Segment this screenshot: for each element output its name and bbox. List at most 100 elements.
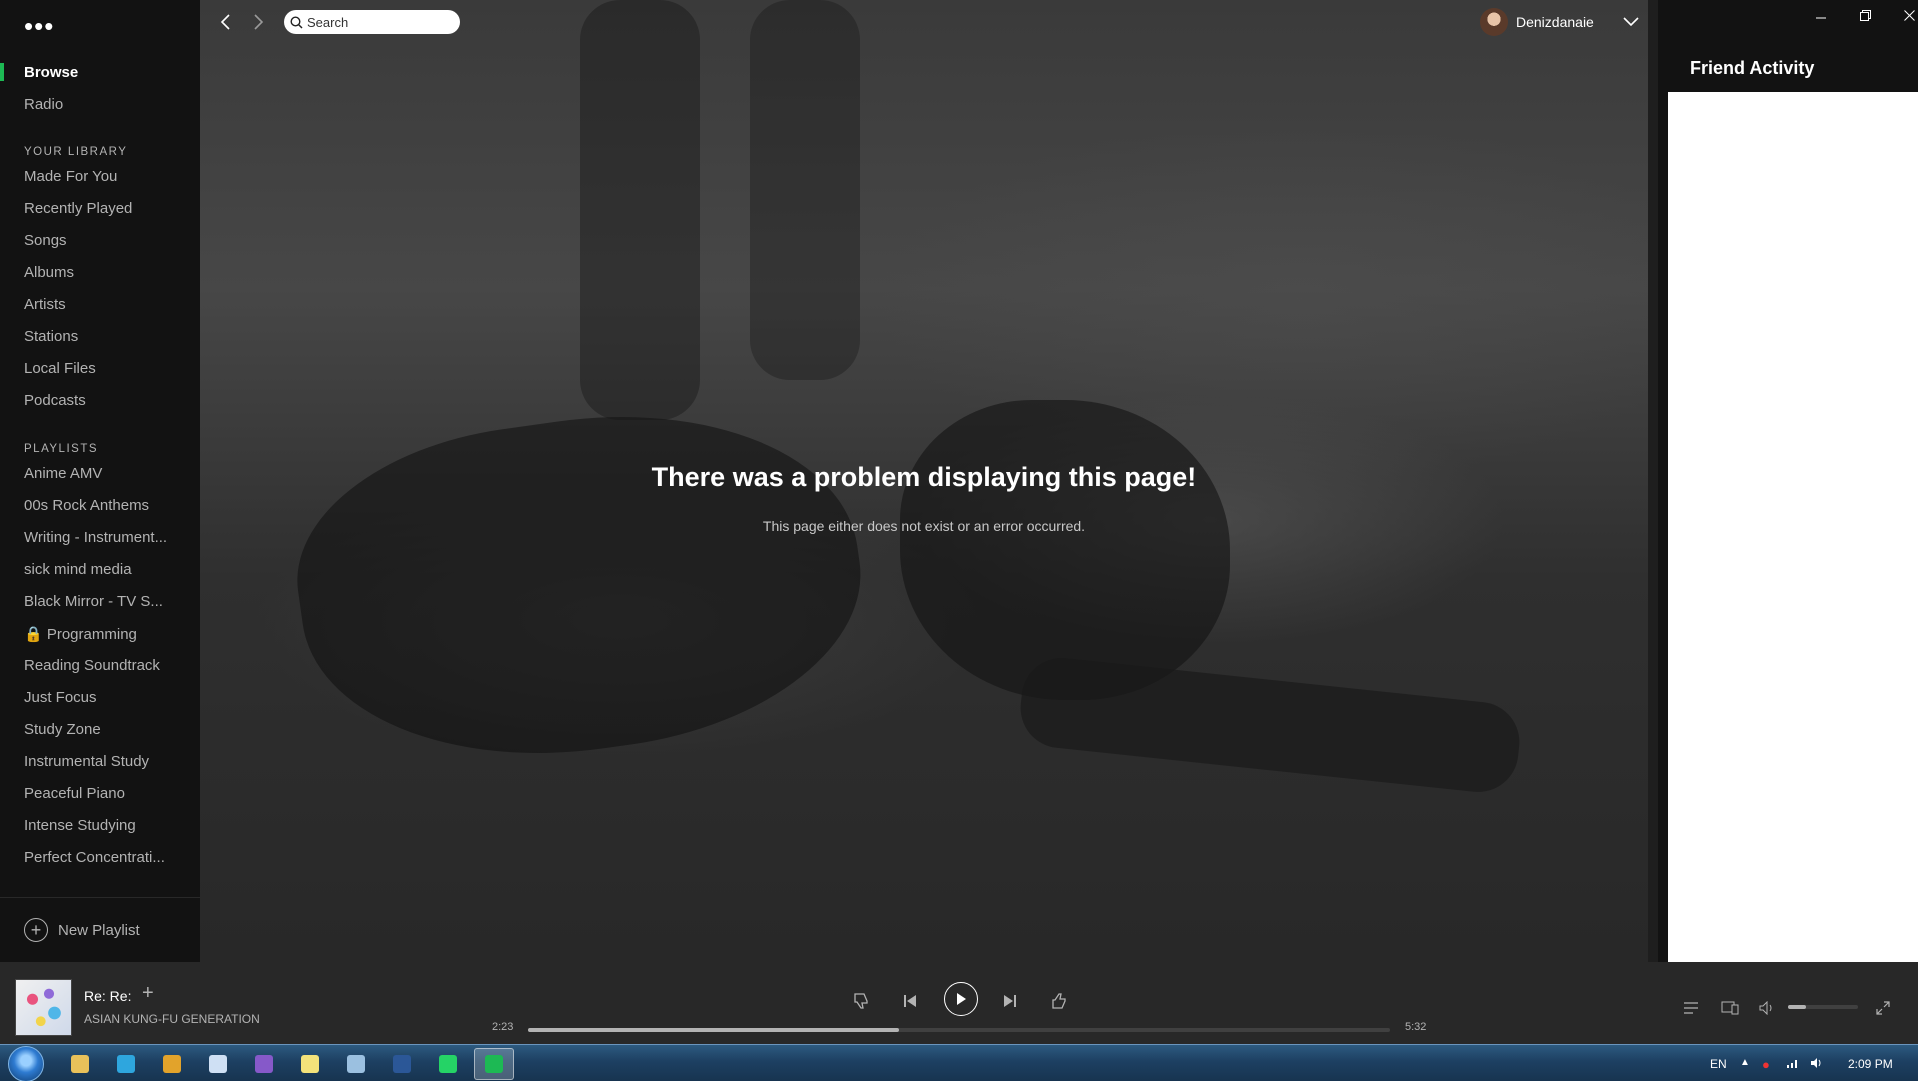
more-dots-icon[interactable]: ••• xyxy=(24,13,54,39)
taskbar-app-sticky-notes[interactable] xyxy=(290,1048,330,1080)
network-icon[interactable] xyxy=(1786,1057,1800,1072)
telegram-icon xyxy=(117,1055,135,1073)
playlist-item[interactable]: Reading Soundtrack xyxy=(24,657,160,674)
close-icon xyxy=(1903,9,1915,21)
clock[interactable]: 2:09 PM xyxy=(1848,1057,1893,1071)
playlist-item[interactable]: sick mind media xyxy=(24,561,132,578)
new-playlist-button[interactable]: + New Playlist xyxy=(24,918,140,942)
progress-fill xyxy=(528,1028,899,1032)
queue-button[interactable] xyxy=(1680,997,1702,1019)
previous-button[interactable] xyxy=(897,988,923,1014)
volume-slider[interactable] xyxy=(1788,1005,1858,1009)
antivirus-tray-icon[interactable]: ● xyxy=(1762,1057,1770,1072)
library-item[interactable]: Podcasts xyxy=(24,392,86,409)
skip-back-icon xyxy=(904,995,916,1007)
restore-icon xyxy=(1859,9,1871,21)
playlist-item[interactable]: Black Mirror - TV S... xyxy=(24,593,163,610)
taskbar-app-word[interactable] xyxy=(382,1048,422,1080)
active-indicator xyxy=(0,63,4,81)
error-subtitle: This page either does not exist or an er… xyxy=(762,518,1086,534)
taskbar-app-whatsapp[interactable] xyxy=(428,1048,468,1080)
library-item[interactable]: Local Files xyxy=(24,360,96,377)
fullscreen-button[interactable] xyxy=(1872,997,1894,1019)
taskbar-app-explorer[interactable] xyxy=(60,1048,100,1080)
sidebar-divider xyxy=(0,897,200,898)
minimize-icon xyxy=(1816,17,1826,19)
queue-icon xyxy=(1684,1002,1698,1014)
library-item[interactable]: Albums xyxy=(24,264,74,281)
track-title[interactable]: Re: Re: xyxy=(84,988,131,1004)
chevron-right-icon xyxy=(254,14,264,30)
album-art[interactable] xyxy=(15,979,72,1036)
background-figure xyxy=(900,400,1230,700)
playlist-item[interactable]: Perfect Concentrati... xyxy=(24,849,165,866)
close-button[interactable] xyxy=(1894,4,1918,26)
background-skateboard xyxy=(1016,654,1524,796)
thumbs-up-button[interactable] xyxy=(1046,988,1072,1014)
track-artist[interactable]: ASIAN KUNG-FU GENERATION xyxy=(84,1012,260,1026)
library-item[interactable]: Recently Played xyxy=(24,200,132,217)
playlist-item[interactable]: 🔒 Programming xyxy=(24,625,137,643)
player-bar: Re: Re: + ASIAN KUNG-FU GENERATION 2:23 … xyxy=(0,962,1918,1044)
playlist-item[interactable]: Intense Studying xyxy=(24,817,136,834)
friend-activity-panel: Friend Activity xyxy=(1648,0,1918,962)
playlist-item[interactable]: Just Focus xyxy=(24,689,97,706)
library-item[interactable]: Artists xyxy=(24,296,66,313)
taskbar-app-visual-studio[interactable] xyxy=(244,1048,284,1080)
taskbar-app-chrome[interactable] xyxy=(152,1048,192,1080)
playlists-heading: PLAYLISTS xyxy=(24,443,99,455)
next-button[interactable] xyxy=(997,988,1023,1014)
restore-button[interactable] xyxy=(1850,4,1880,26)
forward-button[interactable] xyxy=(246,10,270,34)
taskbar-app-paint[interactable] xyxy=(336,1048,376,1080)
taskbar-app-telegram[interactable] xyxy=(106,1048,146,1080)
search-icon xyxy=(290,15,303,29)
chevron-left-icon xyxy=(220,14,230,30)
taskbar-app-notepad[interactable] xyxy=(198,1048,238,1080)
playlist-item[interactable]: Instrumental Study xyxy=(24,753,149,770)
language-indicator[interactable]: EN xyxy=(1710,1057,1727,1071)
volume-fill xyxy=(1788,1005,1806,1009)
playlist-item[interactable]: Writing - Instrument... xyxy=(24,529,167,546)
playlist-item[interactable]: 00s Rock Anthems xyxy=(24,497,149,514)
chevron-down-icon[interactable] xyxy=(1622,16,1640,28)
progress-bar[interactable] xyxy=(528,1028,1390,1032)
thumbs-down-button[interactable] xyxy=(848,988,874,1014)
devices-button[interactable] xyxy=(1719,997,1741,1019)
background-figure xyxy=(279,382,881,788)
back-button[interactable] xyxy=(214,10,238,34)
nav-browse[interactable]: Browse xyxy=(24,64,78,81)
explorer-icon xyxy=(71,1055,89,1073)
library-item[interactable]: Songs xyxy=(24,232,67,249)
elapsed-time: 2:23 xyxy=(492,1021,514,1033)
library-item[interactable]: Made For You xyxy=(24,168,117,185)
minimize-button[interactable] xyxy=(1806,4,1836,26)
play-button[interactable] xyxy=(944,982,978,1016)
plus-circle-icon: + xyxy=(24,918,48,942)
visual-studio-icon xyxy=(255,1055,273,1073)
background-figure xyxy=(580,0,700,420)
avatar xyxy=(1480,8,1508,36)
skip-forward-icon xyxy=(1004,995,1016,1007)
background-figure xyxy=(750,0,860,380)
speaker-icon xyxy=(1759,1001,1772,1015)
playlist-item[interactable]: Anime AMV xyxy=(24,465,102,482)
taskbar-app-spotify[interactable] xyxy=(474,1048,514,1080)
tray-expand-icon[interactable]: ▲ xyxy=(1740,1057,1750,1068)
volume-tray-icon[interactable] xyxy=(1810,1057,1824,1072)
add-to-library-icon[interactable]: + xyxy=(142,982,154,1005)
playlist-item[interactable]: Study Zone xyxy=(24,721,101,738)
search-input[interactable] xyxy=(307,14,447,30)
windows-taskbar: EN ▲ ● 2:09 PM xyxy=(0,1044,1918,1081)
playlist-item[interactable]: Peaceful Piano xyxy=(24,785,125,802)
whatsapp-icon xyxy=(439,1055,457,1073)
user-menu[interactable]: Denizdanaie xyxy=(1480,8,1640,36)
search-bar[interactable] xyxy=(284,10,460,34)
expand-icon xyxy=(1876,1001,1890,1015)
play-icon xyxy=(957,993,966,1005)
library-item[interactable]: Stations xyxy=(24,328,78,345)
start-button[interactable] xyxy=(8,1046,44,1081)
nav-radio[interactable]: Radio xyxy=(24,96,63,113)
word-icon xyxy=(393,1055,411,1073)
volume-button[interactable] xyxy=(1756,997,1778,1019)
